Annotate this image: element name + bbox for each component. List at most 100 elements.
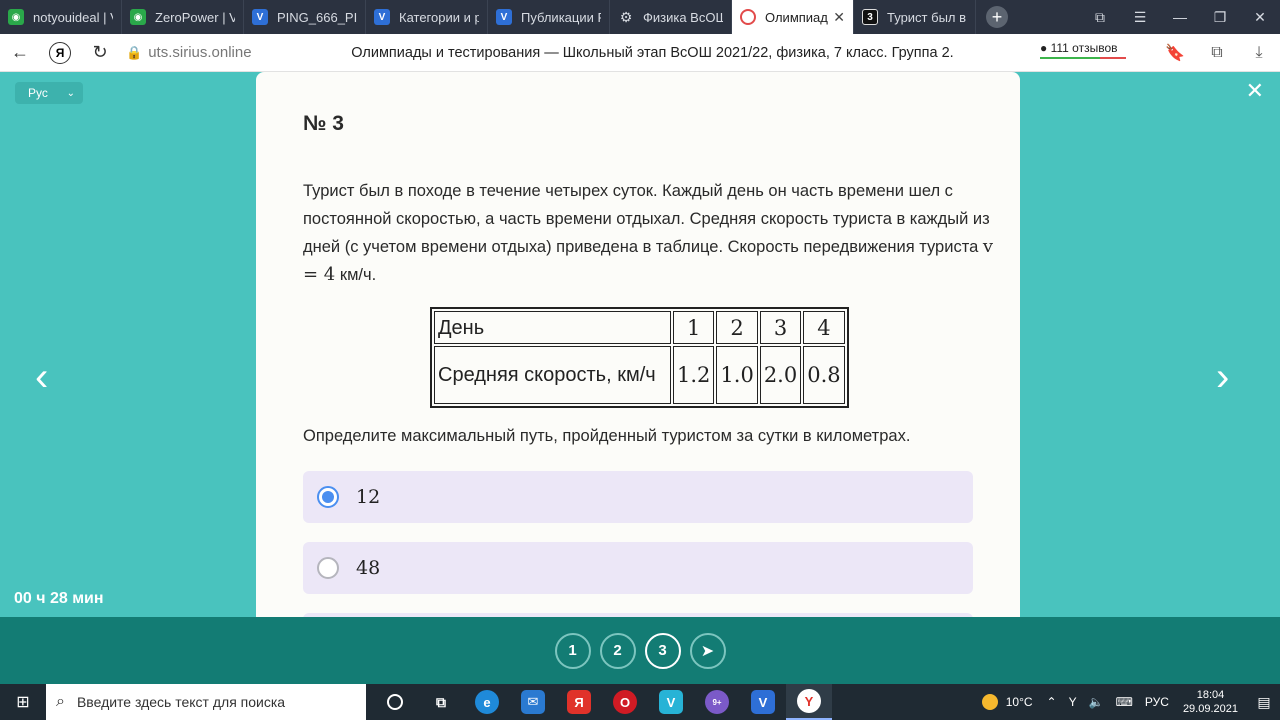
input-language[interactable]: РУС [1145,695,1169,709]
back-arrow-icon[interactable]: ← [0,42,40,63]
answer-option-label: 48 [356,557,381,579]
plus-icon: + [986,6,1008,28]
radio-button[interactable] [317,557,339,579]
tab-label: ZeroPower | Vi [155,9,235,25]
tab-label: notyouideal | V [33,9,113,25]
tab-label: Турист был в г [887,9,967,25]
gear-icon: ⚙ [619,8,633,25]
edge-icon[interactable]: e [464,684,510,720]
taskbar-apps: ⧉ e ✉ Я O V 9+ V Y [372,684,832,720]
yandex-browser-icon[interactable]: Y [786,684,832,720]
question-prompt: Определите максимальный путь, пройденный… [303,427,911,445]
rating-bar [1040,57,1126,59]
discord-icon[interactable]: 9+ [694,684,740,720]
page-button[interactable]: 2 [599,632,636,669]
browser-tab[interactable]: V Категории и р [366,0,488,34]
browser-tab[interactable]: ⚙ Физика ВсОШ [610,0,732,34]
network-icon[interactable]: ⌨ [1116,695,1133,709]
clock[interactable]: 18:04 29.09.2021 [1183,688,1238,716]
close-tab-icon[interactable]: ✕ [829,9,845,26]
browser-tab[interactable]: V PING_666_PIN [244,0,366,34]
table-cell-day: 4 [803,311,845,344]
table-row-label: День [434,311,671,344]
address-bar: ← Я ↻ 🔒 uts.sirius.online Олимпиады и те… [0,34,1280,72]
browser-tab-active[interactable]: Олимпиад ✕ [732,0,854,34]
table-cell-day: 3 [759,311,802,344]
extensions-icon[interactable]: ⧉ [1196,44,1238,62]
cortana-icon[interactable] [372,684,418,720]
collections-icon[interactable]: ⧉ [1080,9,1120,26]
yandex-tray-icon[interactable]: Y [1069,695,1077,709]
reviews-count: 111 отзывов [1050,41,1118,55]
speed-table: День 1 2 3 4 Средняя скорость, км/ч 1.2 … [430,307,849,408]
question-number: № 3 [303,112,344,135]
question-card: № 3 Турист был в походе в течение четыре… [256,72,1020,617]
window-controls: ⧉ ☰ — ❐ ✕ [1080,0,1280,34]
table-cell-speed: 2.0 [759,346,802,404]
table-cell-speed: 0.8 [803,346,845,404]
next-question-arrow[interactable]: › [1216,357,1229,397]
test-page: Рус ⌄ ✕ ‹ › 00 ч 28 мин № 3 Турист был в… [0,72,1280,617]
browser-tab[interactable]: ◉ ZeroPower | Vi [122,0,244,34]
vpn-icon[interactable]: V [648,684,694,720]
sirius-icon [740,9,756,25]
browser-tab-strip: ◉ notyouideal | V ◉ ZeroPower | Vi V PIN… [0,0,1280,34]
volume-icon[interactable]: 🔈 [1089,695,1104,709]
new-tab-button[interactable]: + [976,0,1018,34]
blue-v-icon: V [374,9,390,25]
weather-temp[interactable]: 10°C [1006,695,1033,709]
radio-button-checked[interactable] [317,486,339,508]
close-window-icon[interactable]: ✕ [1240,9,1280,26]
windows-taskbar: ⊞ ⌕ Введите здесь текст для поиска ⧉ e ✉… [0,684,1280,720]
language-value: Рус [28,86,48,100]
table-cell-speed: 1.0 [716,346,758,404]
opera-icon[interactable]: O [602,684,648,720]
page-button-active[interactable]: 3 [644,632,681,669]
windows-start-icon[interactable]: ⊞ [0,692,46,712]
search-placeholder: Введите здесь текст для поиска [76,694,286,710]
browser-tab[interactable]: ◉ notyouideal | V [0,0,122,34]
address-bar-actions: 🔖 ⧉ ⤓ [1154,34,1280,72]
previous-question-arrow[interactable]: ‹ [35,357,48,397]
tab-label: Олимпиад [765,9,828,25]
mail-icon[interactable]: ✉ [510,684,556,720]
yandex-icon[interactable]: Я [49,41,71,64]
reviews-badge[interactable]: ● 111 отзывов [1040,41,1126,59]
clock-date: 29.09.2021 [1182,703,1238,715]
blue-v-icon: V [252,9,268,25]
page-button[interactable]: 1 [554,632,591,669]
question-text-start: Турист был в походе в течение четырех су… [303,182,990,256]
table-cell-day: 2 [716,311,758,344]
table-cell-speed: 1.2 [673,346,715,404]
yandex-app-icon[interactable]: Я [556,684,602,720]
bookmark-icon[interactable]: 🔖 [1154,43,1196,63]
chevron-down-icon: ⌄ [66,87,75,99]
weather-sun-icon[interactable] [981,694,998,710]
answer-option[interactable]: 48 [303,542,973,594]
vkids-icon[interactable]: V [740,684,786,720]
notifications-icon[interactable]: ▤ [1248,694,1280,711]
task-view-icon[interactable]: ⧉ [418,684,464,720]
reload-icon[interactable]: ↻ [80,42,120,63]
lock-icon[interactable]: 🔒 [126,45,142,61]
close-icon[interactable]: ✕ [1246,78,1264,104]
download-icon[interactable]: ⤓ [1238,44,1280,62]
send-icon[interactable]: ➤ [689,632,726,669]
minimize-icon[interactable]: — [1160,9,1200,25]
taskbar-search[interactable]: ⌕ Введите здесь текст для поиска [46,684,366,720]
browser-tab[interactable]: V Публикации Р [488,0,610,34]
language-select[interactable]: Рус ⌄ [15,82,83,104]
clock-time: 18:04 [1196,689,1225,701]
chevron-up-icon[interactable]: ⌃ [1047,695,1057,709]
tab-label: Публикации Р [521,9,601,25]
menu-icon[interactable]: ☰ [1120,9,1160,26]
answer-option[interactable]: 12 [303,471,973,523]
tab-label: Физика ВсОШ [643,9,723,25]
blue-v-icon: V [496,9,512,25]
tab-label: PING_666_PIN [277,9,357,25]
browser-tab[interactable]: 3 Турист был в г [854,0,976,34]
tab-label: Категории и р [399,9,479,25]
speech-bubble-icon: ● [1040,41,1048,55]
restore-icon[interactable]: ❐ [1200,9,1240,26]
url-text[interactable]: uts.sirius.online [148,44,251,61]
